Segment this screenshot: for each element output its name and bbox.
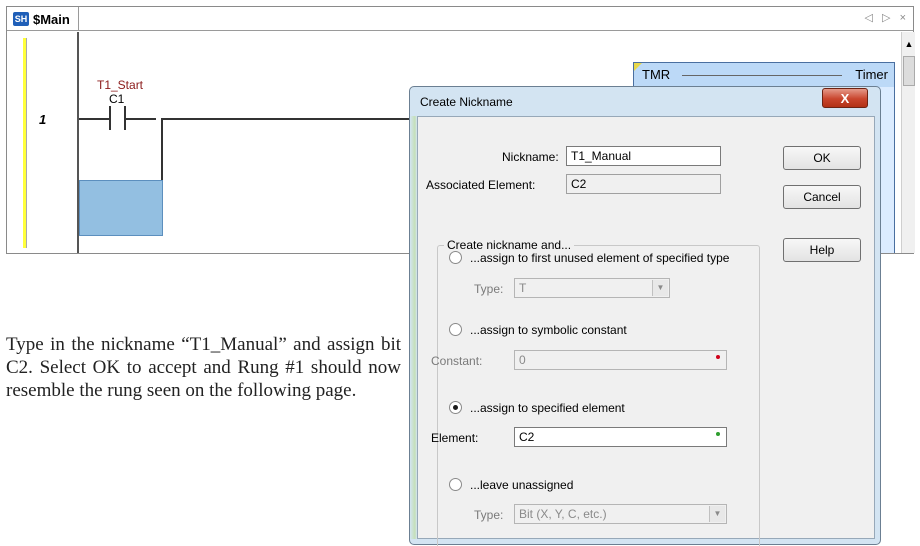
radio-first-unused-label[interactable]: ...assign to first unused element of spe… <box>470 251 729 265</box>
timer-instruction-label: TMR <box>642 67 671 82</box>
instruction-text: Type in the nickname “T1_Manual” and ass… <box>6 334 401 401</box>
chevron-down-icon: ▼ <box>652 280 668 296</box>
element-label: Element: <box>431 431 479 445</box>
unassigned-type-label: Type: <box>474 508 504 522</box>
dialog-title: Create Nickname <box>420 95 513 109</box>
radio-first-unused[interactable] <box>449 251 462 264</box>
timer-header: TMR Timer <box>634 63 894 87</box>
contact-address: C1 <box>109 92 125 106</box>
timer-header-line <box>682 75 842 76</box>
close-button[interactable]: X <box>822 88 868 108</box>
radio-symbolic-constant-label[interactable]: ...assign to symbolic constant <box>470 323 627 337</box>
ladder-cursor-cell[interactable] <box>79 180 163 236</box>
program-icon: SH <box>13 12 29 26</box>
radio-leave-unassigned-label[interactable]: ...leave unassigned <box>470 478 573 492</box>
dialog-body: Nickname: T1_Manual Associated Element: … <box>417 116 875 546</box>
status-dot-icon <box>716 355 720 359</box>
tab-main[interactable]: SH $Main <box>7 7 79 31</box>
tab-navigation-controls[interactable]: ◁ ▷ × <box>865 11 909 24</box>
first-unused-type-select: T ▼ <box>514 278 670 298</box>
close-icon: X <box>840 90 850 106</box>
unassigned-type-value: Bit (X, Y, C, etc.) <box>519 507 607 521</box>
branch-wire <box>161 118 163 180</box>
rung-wire <box>126 118 156 120</box>
ok-button[interactable]: OK <box>783 146 861 170</box>
tab-main-label: $Main <box>33 11 70 27</box>
associated-element-label: Associated Element: <box>426 178 536 192</box>
element-input[interactable]: C2 <box>514 427 727 447</box>
status-dot-icon <box>716 432 720 436</box>
nickname-label: Nickname: <box>502 150 559 164</box>
constant-value: 0 <box>519 353 526 367</box>
unassigned-type-select: Bit (X, Y, C, etc.) ▼ <box>514 504 727 524</box>
radio-leave-unassigned[interactable] <box>449 478 462 491</box>
rung-wire <box>161 118 411 120</box>
first-unused-type-label: Type: <box>474 282 504 296</box>
help-button[interactable]: Help <box>783 238 861 262</box>
tab-bar: SH $Main ◁ ▷ × <box>7 7 913 31</box>
options-group-title: Create nickname and... <box>444 238 575 252</box>
radio-specified-element-label[interactable]: ...assign to specified element <box>470 401 625 415</box>
first-unused-type-value: T <box>519 281 527 295</box>
scroll-up-arrow-icon[interactable]: ▲ <box>902 36 916 52</box>
nickname-input[interactable]: T1_Manual <box>566 146 721 166</box>
create-nickname-dialog: Create Nickname X Nickname: T1_Manual As… <box>409 86 881 546</box>
scroll-thumb[interactable] <box>903 56 915 86</box>
chevron-down-icon: ▼ <box>709 506 725 522</box>
dialog-titlebar[interactable]: Create Nickname X <box>410 87 880 115</box>
vertical-scrollbar[interactable]: ▲ <box>901 32 915 253</box>
timer-title: Timer <box>855 67 888 82</box>
constant-input: 0 <box>514 350 727 370</box>
dialog-frame-edge <box>410 116 417 539</box>
timer-corner-marker <box>634 63 642 71</box>
rung-number: 1 <box>39 112 47 127</box>
rung-wire <box>79 118 109 120</box>
element-value: C2 <box>519 430 535 444</box>
constant-label: Constant: <box>431 354 483 368</box>
cancel-button[interactable]: Cancel <box>783 185 861 209</box>
associated-element-field: C2 <box>566 174 721 194</box>
radio-symbolic-constant[interactable] <box>449 323 462 336</box>
rung-margin-line <box>26 38 27 248</box>
contact-nickname: T1_Start <box>97 78 144 92</box>
radio-specified-element[interactable] <box>449 401 462 414</box>
contact-left-bar[interactable] <box>109 106 111 130</box>
